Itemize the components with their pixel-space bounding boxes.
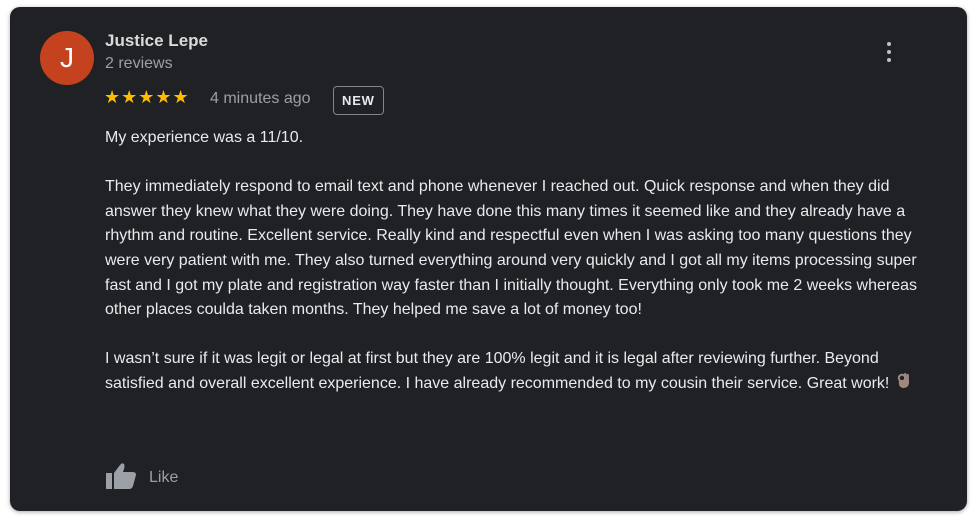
review-paragraph: My experience was a 11/10. (105, 129, 304, 146)
author-name[interactable]: Justice Lepe (105, 31, 208, 51)
like-button[interactable]: Like (105, 462, 178, 494)
more-options-button[interactable] (876, 37, 902, 67)
review-paragraph: They immediately respond to email text a… (105, 178, 917, 319)
review-card: J Justice Lepe 2 reviews ★★★★★ 4 minutes… (10, 7, 967, 511)
review-text: My experience was a 11/10. They immediat… (105, 126, 935, 399)
star-rating: ★★★★★ (104, 87, 190, 107)
like-label: Like (149, 469, 179, 486)
review-time: 4 minutes ago (210, 90, 311, 107)
avatar[interactable]: J (40, 31, 94, 85)
thumbs-up-icon (105, 462, 137, 495)
review-paragraph: I wasn’t sure if it was legit or legal a… (105, 347, 935, 398)
new-badge: NEW (333, 86, 384, 115)
review-paragraph-text: I wasn’t sure if it was legit or legal a… (105, 350, 890, 392)
author-review-count[interactable]: 2 reviews (105, 55, 173, 73)
ok-hand-icon (895, 372, 911, 399)
